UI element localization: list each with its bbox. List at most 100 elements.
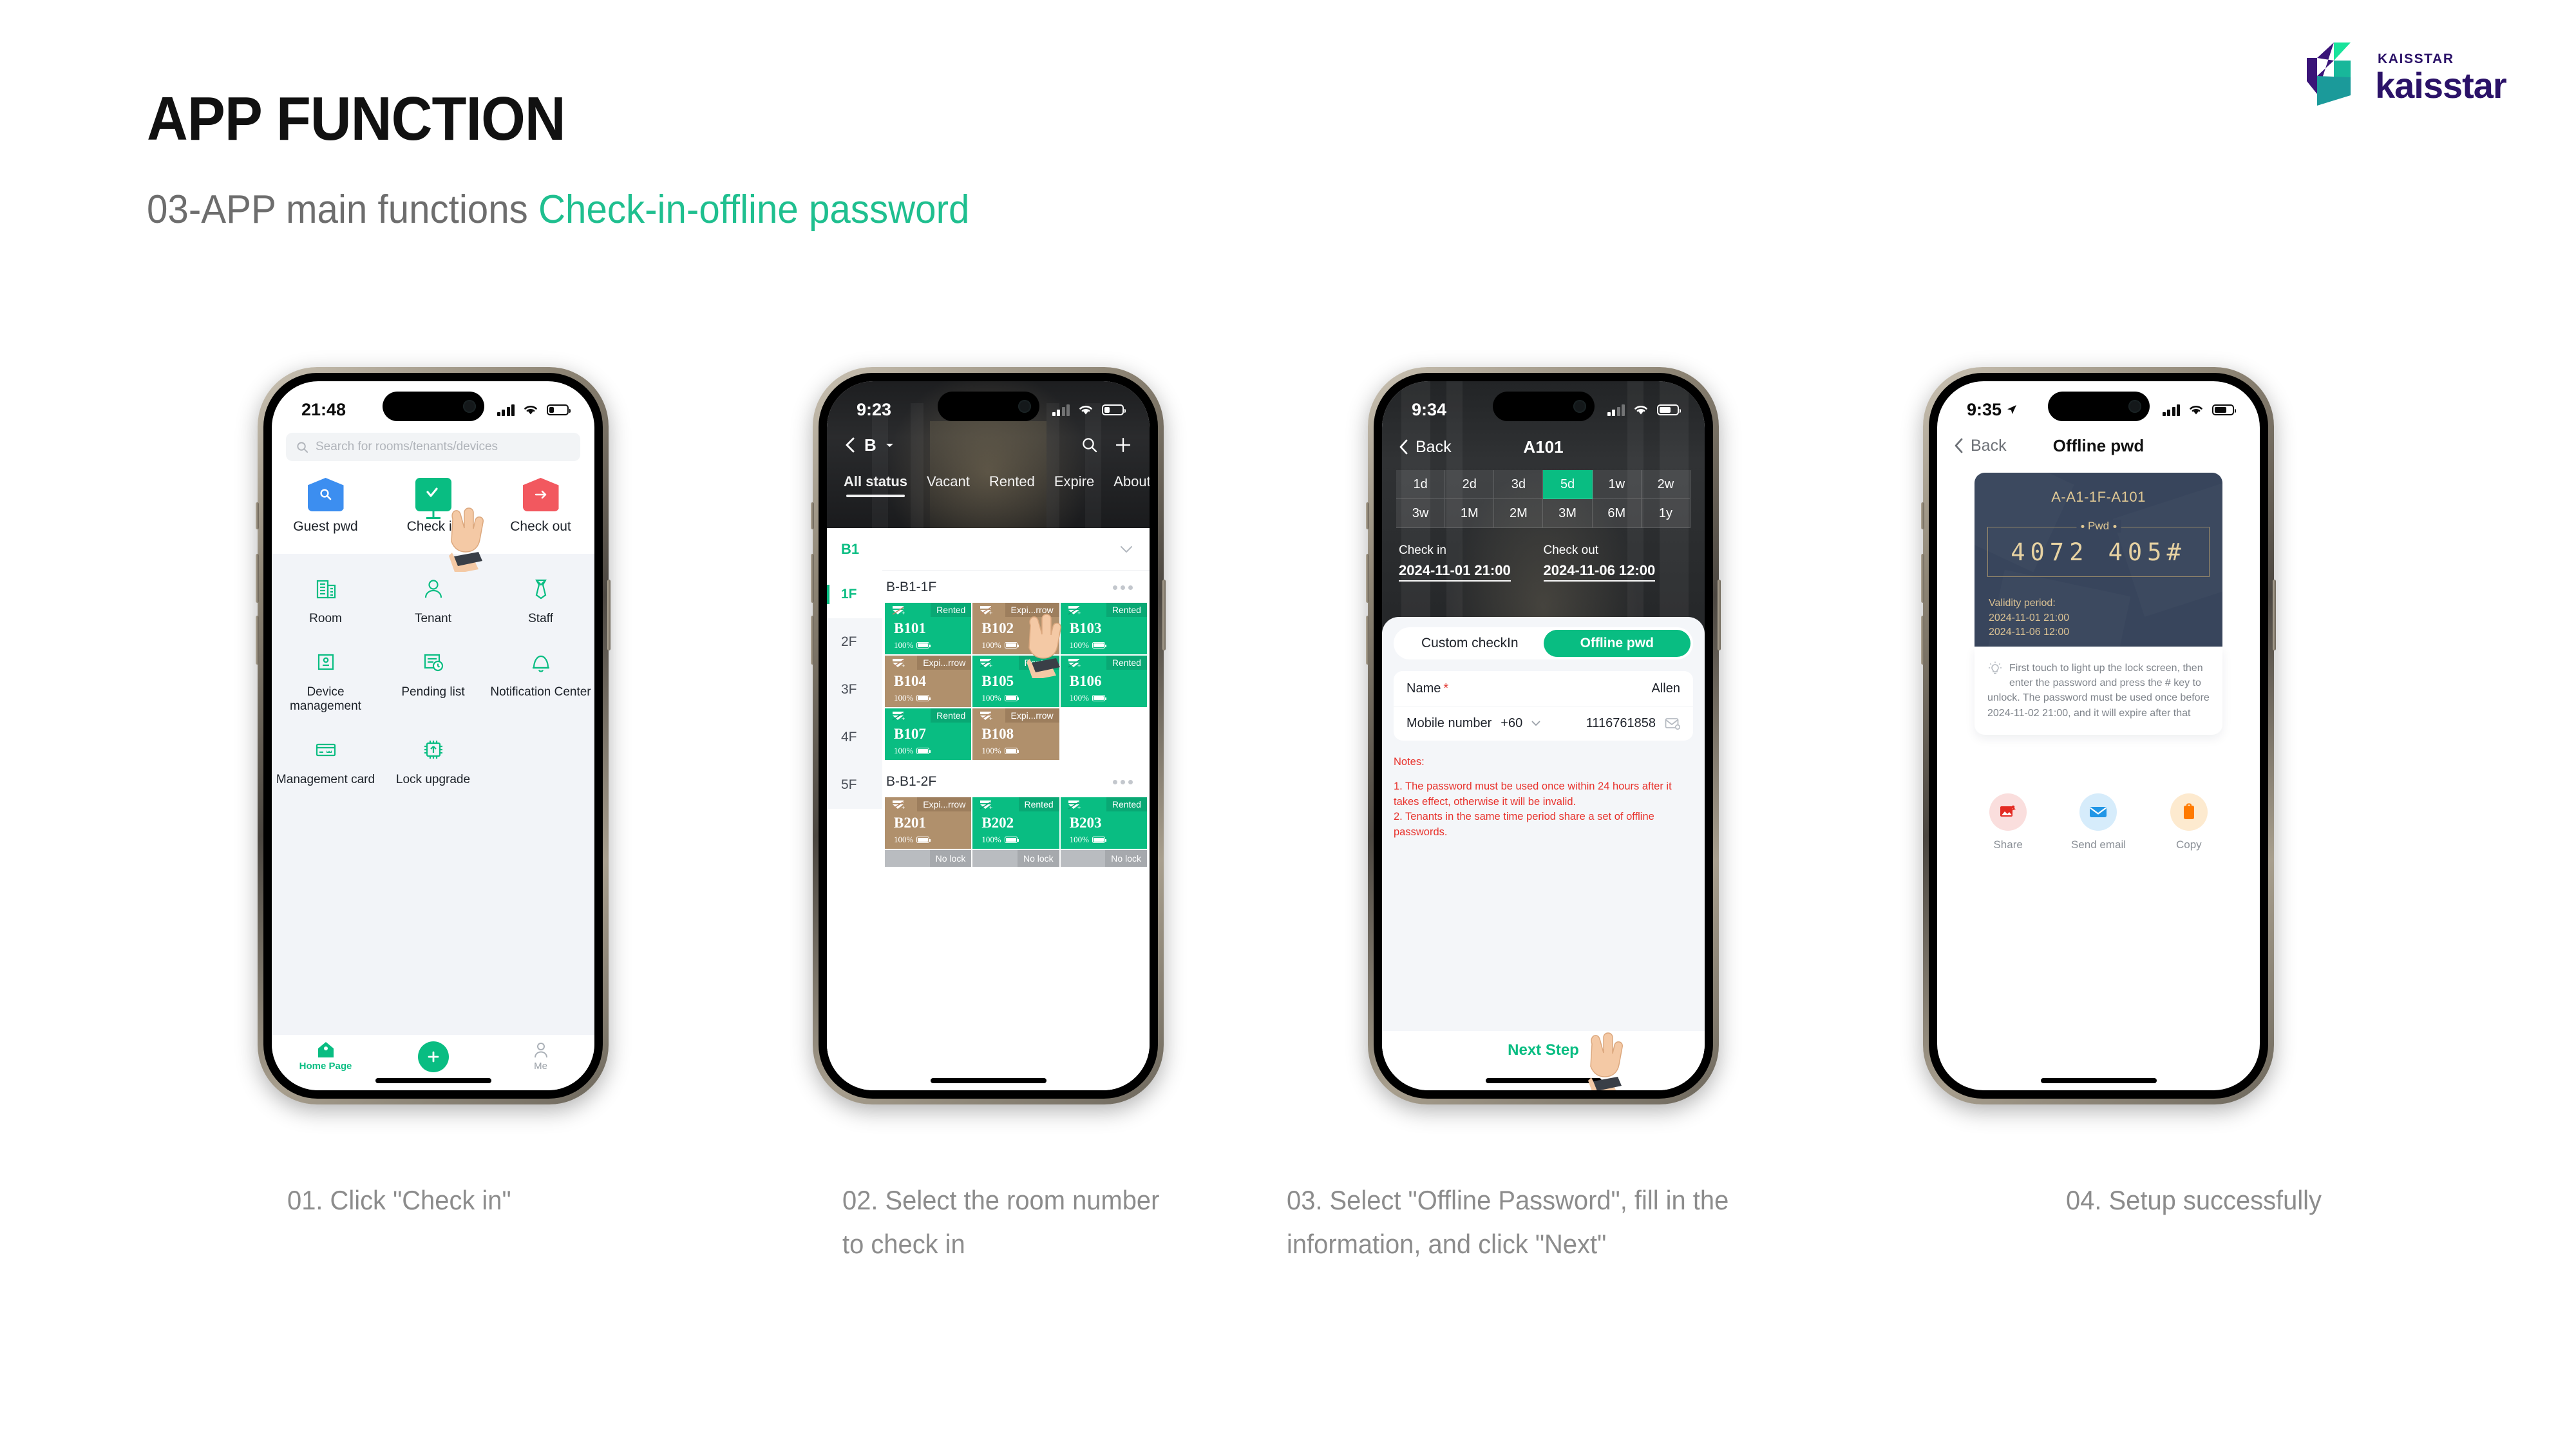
kaisstar-mark-icon <box>2307 43 2351 106</box>
building-selector-label[interactable]: B <box>864 435 876 455</box>
feature-label: Staff <box>528 612 553 625</box>
chevron-down-icon[interactable] <box>1120 545 1133 553</box>
tab-rented[interactable]: Rented <box>989 473 1035 490</box>
power-button[interactable] <box>607 580 611 650</box>
power-button[interactable] <box>1718 580 1721 650</box>
duration-option-1y[interactable]: 1y <box>1641 499 1690 528</box>
room-card-nolock[interactable]: No lock <box>972 850 1059 867</box>
duration-option-3m[interactable]: 3M <box>1543 499 1593 528</box>
sidebar-floor-5f[interactable]: 5F <box>827 761 882 809</box>
sidebar-floor-3f[interactable]: 3F <box>827 666 882 714</box>
mute-switch[interactable] <box>256 502 259 529</box>
duration-option-5d[interactable]: 5d <box>1543 470 1593 499</box>
battery-icon <box>1004 695 1019 701</box>
mute-switch[interactable] <box>1921 502 1924 529</box>
mobile-field-row[interactable]: Mobile number +60 1116761858 <box>1394 706 1693 741</box>
front-camera <box>1018 400 1031 413</box>
mute-switch[interactable] <box>811 502 814 529</box>
volume-up-button[interactable] <box>811 554 814 603</box>
feature-staff[interactable]: Staff <box>487 573 594 626</box>
room-card[interactable]: + Rented B203 100% <box>1060 797 1147 849</box>
quick-action-guest-pwd[interactable]: Guest pwd <box>272 469 379 554</box>
room-name: B203 <box>1069 815 1102 831</box>
plus-icon[interactable] <box>1115 437 1132 453</box>
name-value[interactable]: Allen <box>1652 681 1680 696</box>
unit-collapse-row[interactable]: . <box>882 528 1150 571</box>
duration-option-1m[interactable]: 1M <box>1445 499 1495 528</box>
duration-option-2m[interactable]: 2M <box>1494 499 1544 528</box>
room-card[interactable]: + Rented B107 100% <box>885 708 972 760</box>
room-status-badge: Expi...rrow <box>917 797 972 811</box>
chevron-left-icon[interactable] <box>845 437 855 453</box>
tab-expire[interactable]: Expire <box>1054 473 1094 490</box>
feature-room[interactable]: Room <box>272 573 379 626</box>
feature-device-management[interactable]: Device management <box>272 647 379 714</box>
segment-custom-checkin[interactable]: Custom checkIn <box>1396 630 1544 657</box>
room-card-nolock[interactable]: No lock <box>1060 850 1147 867</box>
check-out-value[interactable]: 2024-11-06 12:00 <box>1543 562 1656 582</box>
segment-offline-pwd[interactable]: Offline pwd <box>1543 630 1690 657</box>
power-button[interactable] <box>1162 580 1166 650</box>
tab-all-status[interactable]: All status <box>844 473 907 497</box>
more-options-icon[interactable] <box>1113 779 1133 784</box>
room-status-badge: Rented <box>1106 797 1147 811</box>
tab-me[interactable]: Me <box>487 1040 594 1072</box>
group-name: B-B1-2F <box>886 774 937 789</box>
duration-option-1d[interactable]: 1d <box>1396 470 1446 499</box>
volume-up-button[interactable] <box>256 554 259 603</box>
duration-option-2d[interactable]: 2d <box>1445 470 1495 499</box>
duration-option-3w[interactable]: 3w <box>1396 499 1446 528</box>
search-icon[interactable] <box>1081 437 1098 453</box>
volume-up-button[interactable] <box>1366 554 1369 603</box>
volume-down-button[interactable] <box>256 616 259 665</box>
room-card[interactable]: + Rented B202 100% <box>972 797 1059 849</box>
check-out-field[interactable]: Check out 2024-11-06 12:00 <box>1543 544 1689 582</box>
sidebar-floor-1f[interactable]: 1F <box>827 571 882 618</box>
feature-pending-list[interactable]: Pending list <box>379 647 487 714</box>
hand-cursor-icon <box>1588 1032 1623 1090</box>
volume-down-button[interactable] <box>1921 616 1924 665</box>
subtitle-accent: Check-in-offline password <box>538 187 970 232</box>
offline-password-card: A-A1-1F-A101 Pwd 4072 405# Validity peri… <box>1975 473 2222 647</box>
volume-up-button[interactable] <box>1921 554 1924 603</box>
mute-switch[interactable] <box>1366 502 1369 529</box>
action-send-email[interactable]: Send email <box>2053 793 2143 851</box>
volume-down-button[interactable] <box>1366 616 1369 665</box>
check-in-field[interactable]: Check in 2024-11-01 21:00 <box>1399 544 1544 582</box>
tab-vacant[interactable]: Vacant <box>927 473 970 490</box>
tab-home-page[interactable]: Home Page <box>272 1040 379 1072</box>
sidebar-floor-4f[interactable]: 4F <box>827 714 882 761</box>
search-input[interactable]: Search for rooms/tenants/devices <box>286 433 580 461</box>
room-card[interactable]: + Expi...rrow B104 100% <box>885 656 972 707</box>
next-step-button[interactable]: Next Step <box>1508 1041 1579 1059</box>
contact-card-icon[interactable] <box>1665 717 1680 730</box>
country-code[interactable]: +60 <box>1501 716 1522 731</box>
sidebar-floor-2f[interactable]: 2F <box>827 618 882 666</box>
room-card-nolock[interactable]: No lock <box>885 850 972 867</box>
chevron-down-icon[interactable] <box>1531 721 1540 726</box>
room-card[interactable]: + Expi...rrow B201 100% <box>885 797 972 849</box>
feature-lock-upgrade[interactable]: Lock upgrade <box>379 734 487 787</box>
quick-action-check-out[interactable]: Check out <box>487 469 594 554</box>
mobile-value[interactable]: 1116761858 <box>1586 716 1656 731</box>
more-options-icon[interactable] <box>1113 585 1133 590</box>
location-arrow-icon <box>2007 405 2017 414</box>
check-in-value[interactable]: 2024-11-01 21:00 <box>1399 562 1511 582</box>
duration-option-1w[interactable]: 1w <box>1592 470 1642 499</box>
feature-tenant[interactable]: Tenant <box>379 573 487 626</box>
duration-option-6m[interactable]: 6M <box>1592 499 1642 528</box>
room-card[interactable]: + Rented B101 100% <box>885 603 972 654</box>
room-card[interactable]: + Expi...rrow B108 100% <box>972 708 1059 760</box>
chevron-down-icon[interactable] <box>886 442 894 448</box>
tab-about[interactable]: About t <box>1113 473 1150 490</box>
feature-management-card[interactable]: Management card <box>272 734 379 787</box>
feature-notification-center[interactable]: Notification Center <box>487 647 594 714</box>
tab-add-fab[interactable] <box>379 1040 487 1072</box>
action-copy[interactable]: Copy <box>2144 793 2234 851</box>
volume-down-button[interactable] <box>811 616 814 665</box>
duration-option-3d[interactable]: 3d <box>1494 470 1544 499</box>
power-button[interactable] <box>2273 580 2276 650</box>
name-field-row[interactable]: Name * Allen <box>1394 671 1693 706</box>
action-share[interactable]: Share <box>1963 793 2053 851</box>
duration-option-2w[interactable]: 2w <box>1641 470 1690 499</box>
